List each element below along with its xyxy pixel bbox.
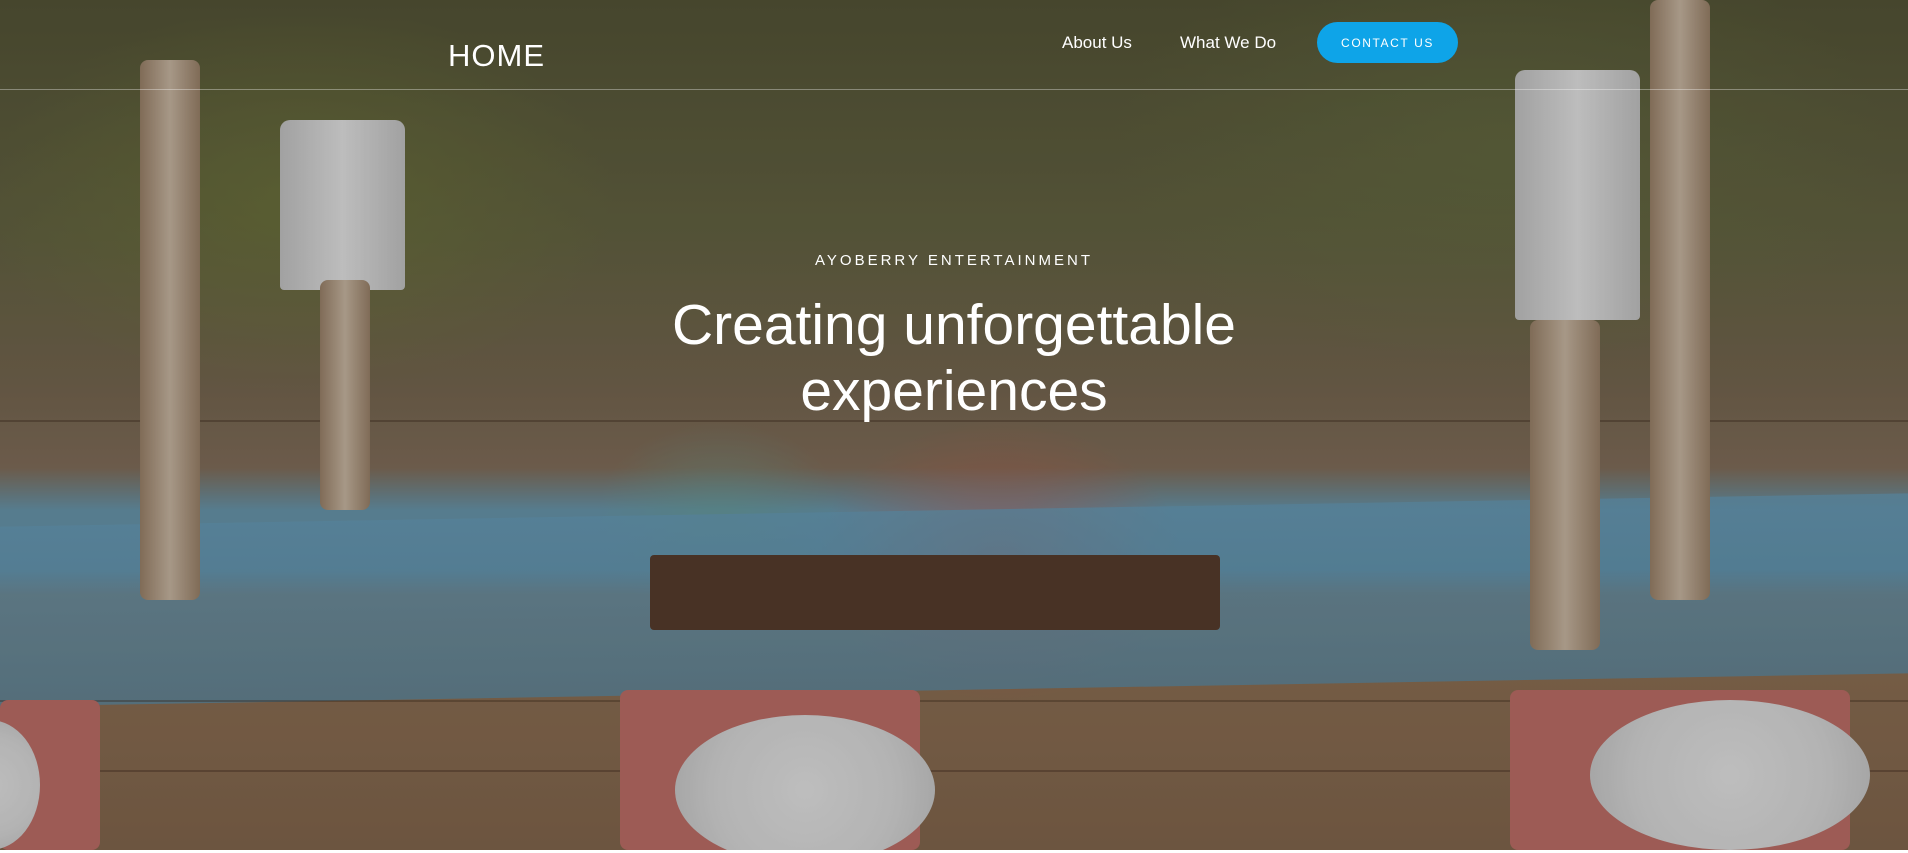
hero-dark-overlay <box>0 0 1908 850</box>
home-link[interactable]: HOME <box>448 38 545 74</box>
hero-eyebrow: AYOBERRY ENTERTAINMENT <box>815 252 1093 269</box>
nav-divider <box>0 89 1908 90</box>
hero-headline: Creating unforgettable experiences <box>671 293 1237 423</box>
contact-us-button[interactable]: CONTACT US <box>1317 22 1458 63</box>
nav-link-what-we-do[interactable]: What We Do <box>1180 33 1276 53</box>
hero-background-image <box>0 0 1908 850</box>
nav-link-about-us[interactable]: About Us <box>1062 33 1132 53</box>
